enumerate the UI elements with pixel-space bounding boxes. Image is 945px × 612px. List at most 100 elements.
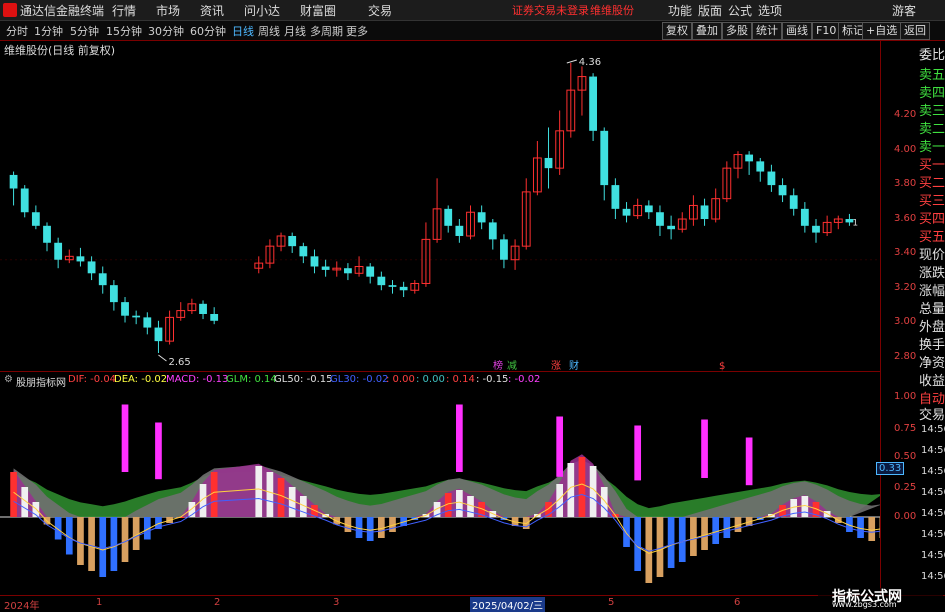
candle-body: [667, 226, 675, 229]
time-label: 14:56: [921, 466, 945, 477]
candle-body: [500, 239, 508, 259]
settings-icon[interactable]: ⚙: [4, 374, 13, 385]
price-tick: 4.20: [894, 109, 916, 120]
indicator-value: : -0.15: [476, 374, 508, 385]
indicator-tick: 0.25: [894, 482, 916, 493]
candle-body: [199, 304, 207, 314]
indicator-value: GLM: 0.14: [226, 374, 277, 385]
period-daily[interactable]: 日线: [232, 23, 254, 39]
stats-button[interactable]: 统计: [752, 22, 782, 40]
stock-link[interactable]: 维维股份: [590, 2, 634, 18]
period-5min[interactable]: 5分钟: [70, 23, 99, 39]
quote-label: 外盘: [919, 316, 945, 335]
date-tick: 1: [96, 597, 102, 608]
period-30min[interactable]: 30分钟: [148, 23, 184, 39]
quote-label: 买四: [919, 208, 945, 227]
f10-button[interactable]: F10: [812, 22, 840, 40]
menu-market[interactable]: 行情: [112, 2, 136, 19]
quote-label: 收益: [919, 370, 945, 389]
macd-bar: [278, 478, 285, 517]
indicator-value: GL50: -0.15: [274, 374, 332, 385]
candle-body: [377, 277, 385, 285]
quote-label: 涨跌: [919, 262, 945, 281]
date-tick: 6: [734, 597, 740, 608]
signal-spike: [122, 405, 129, 473]
indicator-tick: 0.00: [894, 511, 916, 522]
candle-body: [121, 302, 129, 316]
menu-options[interactable]: 选项: [758, 2, 782, 19]
multi-stock-button[interactable]: 多股: [722, 22, 752, 40]
event-tag: 财: [569, 359, 579, 371]
period-multi[interactable]: 多周期: [310, 23, 343, 39]
candle-body: [88, 261, 96, 273]
price-tick: 2.80: [894, 351, 916, 362]
date-tick: 2024年: [4, 597, 39, 612]
price-tick: 4.00: [894, 144, 916, 155]
period-timeshare[interactable]: 分时: [6, 23, 28, 39]
menu-news[interactable]: 资讯: [200, 2, 224, 19]
quote-label: 卖二: [919, 118, 945, 137]
signal-spike: [701, 420, 708, 479]
menu-trade[interactable]: 交易: [368, 2, 392, 19]
date-tick: 5: [608, 597, 614, 608]
candle-body: [812, 226, 820, 233]
time-label: 14:56: [921, 550, 945, 561]
quote-label: 涨幅: [919, 280, 945, 299]
menu-layout[interactable]: 版面: [698, 2, 722, 19]
macd-bar: [111, 517, 118, 571]
candle-body: [10, 175, 18, 189]
watermark-url: www.zbgs3.com: [832, 600, 897, 609]
candlestick-chart[interactable]: 4.362.651榜减涨财$: [0, 41, 880, 371]
macd-bar: [690, 517, 697, 556]
indicator-name[interactable]: 股朋指标网: [16, 374, 66, 389]
adjust-button[interactable]: 复权: [662, 22, 692, 40]
draw-button[interactable]: 画线: [782, 22, 812, 40]
time-label: 14:56: [921, 571, 945, 582]
login-status[interactable]: 证券交易未登录: [512, 2, 589, 18]
quote-label: 现价: [919, 244, 945, 263]
macd-bar: [211, 472, 218, 517]
add-watchlist-button[interactable]: +自选: [862, 22, 901, 40]
candle-body: [99, 273, 107, 285]
trade-link[interactable]: 交易: [919, 404, 945, 423]
candle-body: [400, 287, 408, 290]
menu-formula[interactable]: 公式: [728, 2, 752, 19]
macd-bar: [367, 517, 374, 541]
period-weekly[interactable]: 周线: [258, 23, 280, 39]
indicator-value: GL30: -0.02: [330, 374, 388, 385]
candle-body: [21, 188, 29, 212]
price-tick: 3.40: [894, 247, 916, 258]
indicator-tick: 0.75: [894, 423, 916, 434]
signal-spike: [456, 405, 463, 473]
menu-wealth[interactable]: 财富圈: [300, 2, 336, 19]
candle-body: [455, 226, 463, 236]
period-15min[interactable]: 15分钟: [106, 23, 142, 39]
high-label: 4.36: [579, 57, 601, 68]
price-tick: 3.00: [894, 316, 916, 327]
time-label: 14:56: [921, 508, 945, 519]
period-60min[interactable]: 60分钟: [190, 23, 226, 39]
back-button[interactable]: 返回: [900, 22, 930, 40]
date-tick: 2: [214, 597, 220, 608]
indicator-value: : 0.00: [416, 374, 445, 385]
period-monthly[interactable]: 月线: [284, 23, 306, 39]
overlay-button[interactable]: 叠加: [692, 22, 722, 40]
event-tag: 榜: [493, 359, 503, 371]
signal-spike: [746, 438, 753, 486]
menu-ask[interactable]: 问小达: [244, 2, 280, 19]
macd-bar: [579, 457, 586, 517]
indicator-chart[interactable]: [0, 389, 880, 595]
time-label: 14:56: [921, 487, 945, 498]
menu-markets[interactable]: 市场: [156, 2, 180, 19]
period-more[interactable]: 更多: [346, 23, 368, 39]
quote-label: 卖五: [919, 64, 945, 83]
menu-functions[interactable]: 功能: [668, 2, 692, 19]
quote-panel: 委比 卖五 卖四 卖三 卖二 卖一 买一 买二 买三 买四 买五 现价 涨跌 涨…: [917, 41, 945, 421]
low-label: 2.65: [168, 357, 190, 368]
candle-body: [656, 212, 664, 226]
menu-guest[interactable]: 游客: [892, 2, 916, 19]
macd-bar: [77, 517, 84, 565]
candle-body: [745, 155, 753, 162]
macd-bar: [712, 517, 719, 544]
period-1min[interactable]: 1分钟: [34, 23, 63, 39]
